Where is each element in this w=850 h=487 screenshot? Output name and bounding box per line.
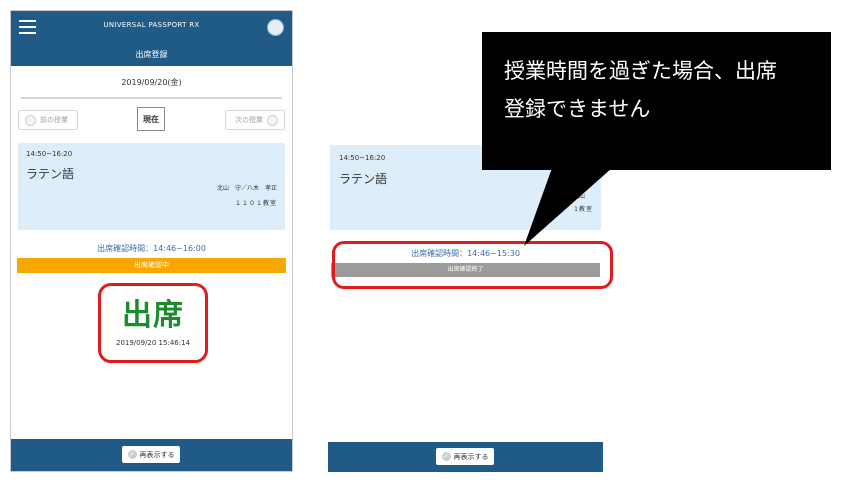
attendance-screen-active: UNIVERSAL PASSPORT RX 出席登録 2019/09/20(金)… [10,10,293,472]
app-title: UNIVERSAL PASSPORT RX [103,21,200,29]
reload-button[interactable]: ✓ 再表示する [122,446,180,463]
confirm-time: 出席確認時間：14:46~16:00 [97,244,206,253]
attendance-timestamp: 2019/09/20 15:46:14 [115,339,190,347]
class-time: 14:50~16:20 [26,150,73,158]
avatar[interactable] [267,19,284,36]
class-time: 14:50~16:20 [339,154,386,162]
footer-bar: ✓ 再表示する [11,439,292,471]
callout-line-2: 登録できません [504,97,651,121]
check-icon: ✓ [127,450,137,459]
date-display: 2019/09/20(金) [21,66,282,99]
callout-box: 授業時間を過ぎた場合、出席 登録できません [482,32,831,170]
class-navigation: 前の授業 現在 次の授業 [11,99,292,143]
page-title: 出席登録 [135,50,168,59]
class-room: １１０１教室 [234,200,277,207]
next-class-button[interactable]: 次の授業 [225,110,285,130]
class-card: 14:50~16:20 ラテン語 北山 守／八木 孝正 １１０１教室 [18,143,285,230]
prev-class-button[interactable]: 前の授業 [18,110,78,130]
reload-button[interactable]: ✓ 再表示する [436,448,494,465]
check-icon: ✓ [441,452,451,461]
class-room: 1教室 [574,206,593,213]
class-teacher: 北山 [572,193,585,200]
radio-circle-icon [25,114,36,126]
class-subject: ラテン語 [339,172,388,186]
app-header: UNIVERSAL PASSPORT RX 出席登録 [11,11,292,66]
radio-circle-icon [267,114,278,126]
attendance-highlight: 出席 2019/09/20 15:46:14 [98,283,208,363]
prev-class-label: 前の授業 [40,116,68,124]
class-teacher: 北山 守／八木 孝正 [216,185,277,192]
reload-label: 再表示する [453,452,489,461]
callout-line-1: 授業時間を過ぎた場合、出席 [504,59,777,83]
class-subject: ラテン語 [26,167,75,181]
callout-text: 授業時間を過ぎた場合、出席 登録できません [504,52,814,128]
reload-label: 再表示する [139,450,175,459]
attendance-status: 出席 [122,298,184,333]
next-class-label: 次の授業 [235,116,263,124]
attendance-screen-ended: 14:50~16:20 ラテン語 北山 1教室 出席確認時間：14:46~15:… [328,145,603,470]
footer-bar: ✓ 再表示する [328,442,603,472]
current-class-button[interactable]: 現在 [137,107,165,131]
status-badge: 出席確認中 [17,258,286,273]
ended-highlight [332,241,613,289]
